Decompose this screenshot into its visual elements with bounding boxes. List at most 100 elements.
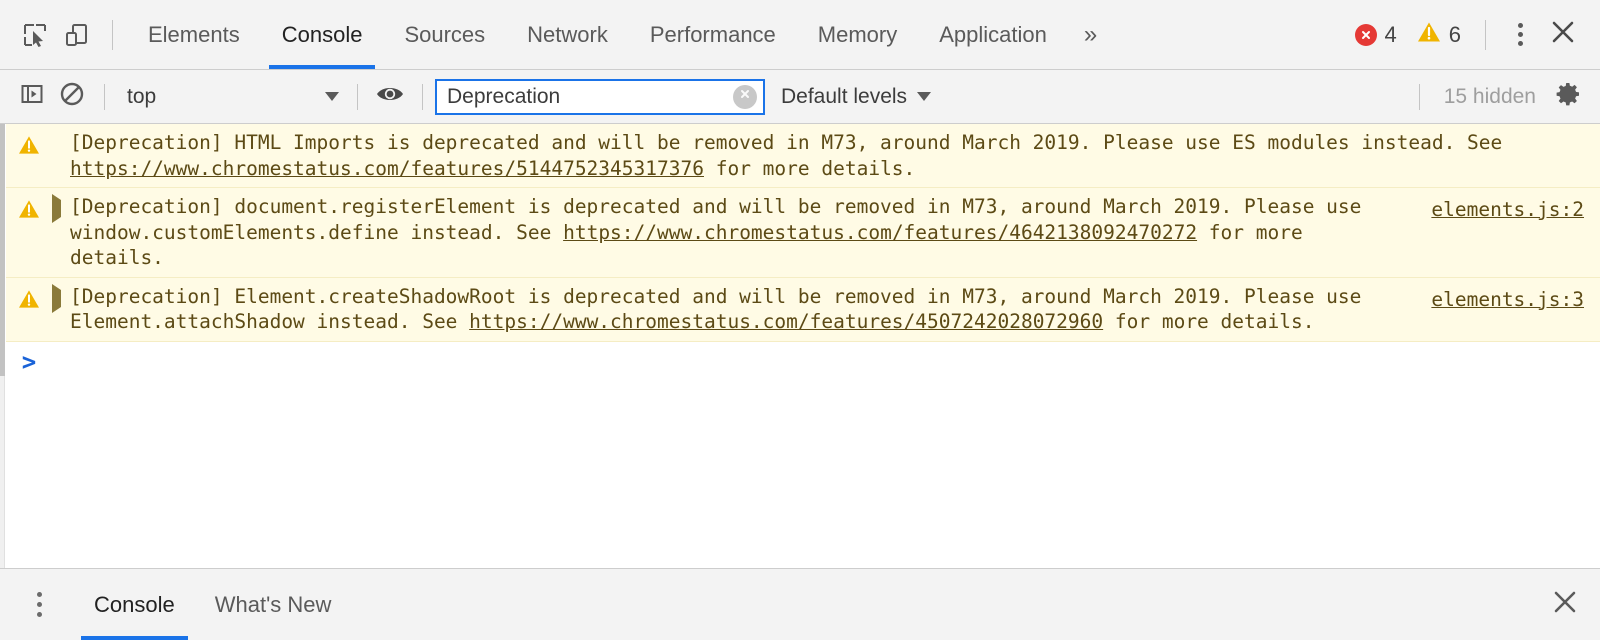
console-message-warning[interactable]: [Deprecation] document.registerElement i… [6, 188, 1600, 278]
devtools-window: Elements Console Sources Network Perform… [0, 0, 1600, 640]
console-filter-box[interactable] [435, 78, 765, 115]
console-toolbar: top Deprecation Default levels 15 hidden [0, 70, 1600, 124]
tab-performance[interactable]: Performance [629, 0, 797, 69]
message-text: [Deprecation] Element.createShadowRoot i… [70, 284, 1600, 335]
tab-elements[interactable]: Elements [127, 0, 261, 69]
error-count-label: 4 [1384, 21, 1397, 47]
message-expand-arrow[interactable] [52, 283, 70, 335]
console-message-warning[interactable]: [Deprecation] Element.createShadowRoot i… [6, 277, 1600, 342]
tab-label: Sources [404, 21, 486, 47]
chevron-right-icon [52, 283, 61, 313]
drawer-tabs: Console What's New [74, 569, 351, 640]
console-sidebar-toggle-button[interactable] [12, 77, 52, 117]
close-devtools-button[interactable] [1540, 14, 1586, 56]
console-sidebar-toggle-icon [20, 82, 44, 111]
message-link[interactable]: https://www.chromestatus.com/features/46… [563, 221, 1197, 244]
toolbar-divider [1418, 83, 1420, 110]
warning-triangle-icon [18, 289, 40, 335]
drawer-tab-bar: Console What's New [0, 568, 1600, 640]
live-expression-button[interactable] [370, 77, 410, 117]
console-prompt-input[interactable] [52, 350, 1600, 376]
chevron-right-icon [52, 194, 61, 223]
execution-context-value: top [127, 84, 157, 108]
clear-filter-button[interactable] [733, 84, 757, 109]
inspect-element-button[interactable] [14, 14, 56, 56]
warning-triangle-icon [1417, 21, 1441, 48]
drawer-tab-label: What's New [214, 591, 332, 617]
clear-console-icon [59, 81, 85, 112]
warning-count-button[interactable]: 6 [1407, 21, 1471, 48]
message-text-part: [Deprecation] HTML Imports is deprecated… [70, 131, 1503, 154]
message-link[interactable]: https://www.chromestatus.com/features/45… [469, 310, 1103, 333]
tab-label: Application [939, 21, 1047, 47]
warning-triangle-icon [18, 135, 40, 181]
message-level-icon-cell [6, 194, 52, 271]
close-icon [1551, 588, 1579, 621]
toolbar-divider [1485, 19, 1486, 50]
drawer-tab-label: Console [94, 591, 175, 617]
toolbar-divider [422, 83, 423, 110]
more-tabs-button[interactable]: » [1068, 0, 1113, 69]
tab-label: Memory [817, 21, 898, 47]
console-settings-button[interactable] [1548, 77, 1588, 117]
hidden-messages-label: 15 hidden [1443, 84, 1536, 108]
console-scrollbar[interactable] [0, 124, 5, 568]
message-text-part: for more details. [703, 156, 916, 180]
prompt-marker-cell: > [6, 350, 52, 374]
kebab-menu-icon [36, 612, 42, 617]
execution-context-selector[interactable]: top [117, 79, 345, 115]
log-level-label: Default levels [781, 84, 908, 108]
console-message-warning[interactable]: [Deprecation] HTML Imports is deprecated… [6, 124, 1600, 188]
tab-label: Performance [649, 21, 776, 47]
clear-console-button[interactable] [52, 77, 92, 117]
message-text: [Deprecation] HTML Imports is deprecated… [70, 130, 1600, 181]
chevron-down-icon [325, 92, 339, 101]
tab-application[interactable]: Application [918, 0, 1068, 69]
tab-label: Elements [148, 21, 240, 47]
console-prompt-row[interactable]: > [6, 341, 1600, 376]
tab-memory[interactable]: Memory [797, 0, 918, 69]
drawer-close-button[interactable] [1542, 583, 1588, 627]
drawer-menu-button[interactable] [18, 584, 60, 626]
live-expression-eye-icon [375, 83, 405, 110]
message-expander-placeholder [52, 130, 70, 181]
message-text: [Deprecation] document.registerElement i… [70, 194, 1600, 271]
log-level-selector[interactable]: Default levels [771, 79, 941, 115]
panel-tabs: Elements Console Sources Network Perform… [127, 0, 1113, 69]
kebab-menu-icon [36, 592, 42, 597]
console-message-list: [Deprecation] HTML Imports is deprecated… [0, 124, 1600, 376]
device-toolbar-icon [64, 22, 90, 48]
main-tab-bar: Elements Console Sources Network Perform… [0, 0, 1600, 70]
message-link[interactable]: https://www.chromestatus.com/features/51… [70, 157, 704, 180]
chevron-down-icon [917, 92, 932, 101]
scrollbar-thumb[interactable] [0, 124, 5, 376]
message-source-link[interactable]: elements.js:3 [1431, 287, 1584, 313]
close-icon [1549, 18, 1577, 51]
message-expand-arrow[interactable] [52, 194, 70, 271]
double-chevron-right-icon: » [1083, 20, 1098, 48]
toolbar-divider [357, 83, 358, 110]
kebab-menu-icon [1517, 32, 1523, 37]
clear-filter-icon [738, 87, 752, 106]
tab-label: Console [281, 21, 363, 47]
tab-sources[interactable]: Sources [383, 0, 506, 69]
kebab-menu-icon [36, 602, 42, 607]
toolbar-divider [104, 83, 105, 110]
tab-label: Network [527, 21, 608, 47]
error-circle-icon [1354, 23, 1377, 46]
warning-triangle-icon [18, 199, 40, 271]
message-level-icon-cell [6, 284, 52, 335]
tab-bar-right-controls: 4 6 [1345, 14, 1587, 56]
filter-input[interactable] [447, 84, 733, 109]
gear-icon [1554, 80, 1582, 113]
device-toolbar-button[interactable] [56, 14, 98, 56]
error-count-button[interactable]: 4 [1345, 22, 1407, 48]
drawer-tab-console[interactable]: Console [74, 569, 195, 640]
tab-console[interactable]: Console [261, 0, 384, 69]
message-text-part: for more details. [1103, 310, 1315, 333]
drawer-tab-whats-new[interactable]: What's New [195, 569, 352, 640]
tab-network[interactable]: Network [506, 0, 629, 69]
main-menu-button[interactable] [1500, 14, 1540, 56]
message-source-link[interactable]: elements.js:2 [1431, 197, 1584, 223]
message-level-icon-cell [6, 130, 52, 181]
